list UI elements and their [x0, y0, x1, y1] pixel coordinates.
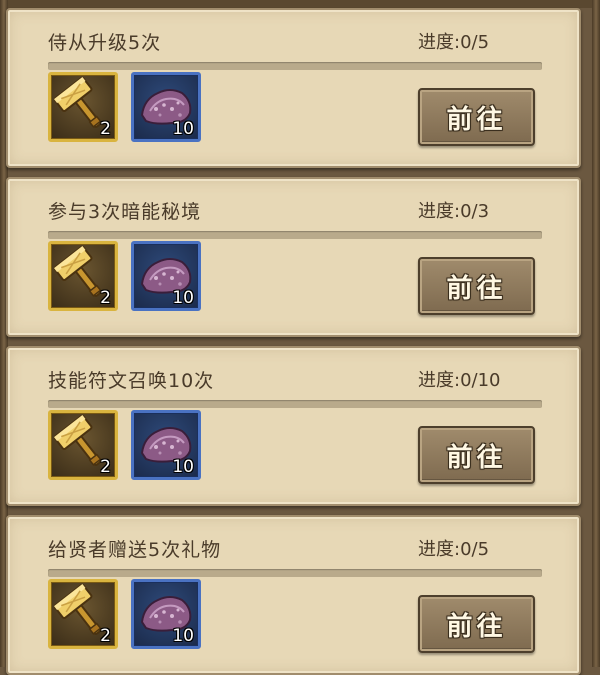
task-progress-bar: [48, 569, 542, 577]
reward-count: 2: [100, 626, 111, 646]
task-progress-bar: [48, 231, 542, 239]
reward-count: 2: [100, 457, 111, 477]
task-title: 侍从升级5次: [48, 32, 162, 54]
task-title: 技能符文召唤10次: [48, 370, 215, 392]
task-card: 给贤者赠送5次礼物 进度:0/5 2 10 前往: [6, 515, 581, 675]
task-card: 侍从升级5次 进度:0/5 2 10 前往: [6, 8, 581, 168]
goto-button[interactable]: 前往: [418, 88, 535, 146]
reward-count: 10: [172, 288, 194, 308]
task-title: 给贤者赠送5次礼物: [48, 539, 222, 561]
task-card: 参与3次暗能秘境 进度:0/3 2 10 前往: [6, 177, 581, 337]
reward-item-purple-ore[interactable]: 10: [131, 579, 201, 649]
reward-count: 2: [100, 119, 111, 139]
reward-item-golden-hammer[interactable]: 2: [48, 241, 118, 311]
task-progress-bar: [48, 62, 542, 70]
reward-item-purple-ore[interactable]: 10: [131, 241, 201, 311]
task-progress-text: 进度:0/3: [418, 201, 490, 222]
task-progress-text: 进度:0/5: [418, 32, 490, 53]
task-title: 参与3次暗能秘境: [48, 201, 202, 223]
reward-item-golden-hammer[interactable]: 2: [48, 72, 118, 142]
reward-item-purple-ore[interactable]: 10: [131, 410, 201, 480]
goto-button[interactable]: 前往: [418, 595, 535, 653]
reward-count: 10: [172, 626, 194, 646]
task-progress-text: 进度:0/5: [418, 539, 490, 560]
reward-count: 2: [100, 288, 111, 308]
top-divider: [8, 0, 592, 8]
frame-right-border: [592, 0, 600, 667]
goto-button[interactable]: 前往: [418, 257, 535, 315]
task-progress-bar: [48, 400, 542, 408]
reward-count: 10: [172, 457, 194, 477]
goto-button[interactable]: 前往: [418, 426, 535, 484]
task-card: 技能符文召唤10次 进度:0/10 2 10 前往: [6, 346, 581, 506]
task-progress-text: 进度:0/10: [418, 370, 501, 391]
reward-item-purple-ore[interactable]: 10: [131, 72, 201, 142]
reward-item-golden-hammer[interactable]: 2: [48, 410, 118, 480]
reward-item-golden-hammer[interactable]: 2: [48, 579, 118, 649]
reward-count: 10: [172, 119, 194, 139]
